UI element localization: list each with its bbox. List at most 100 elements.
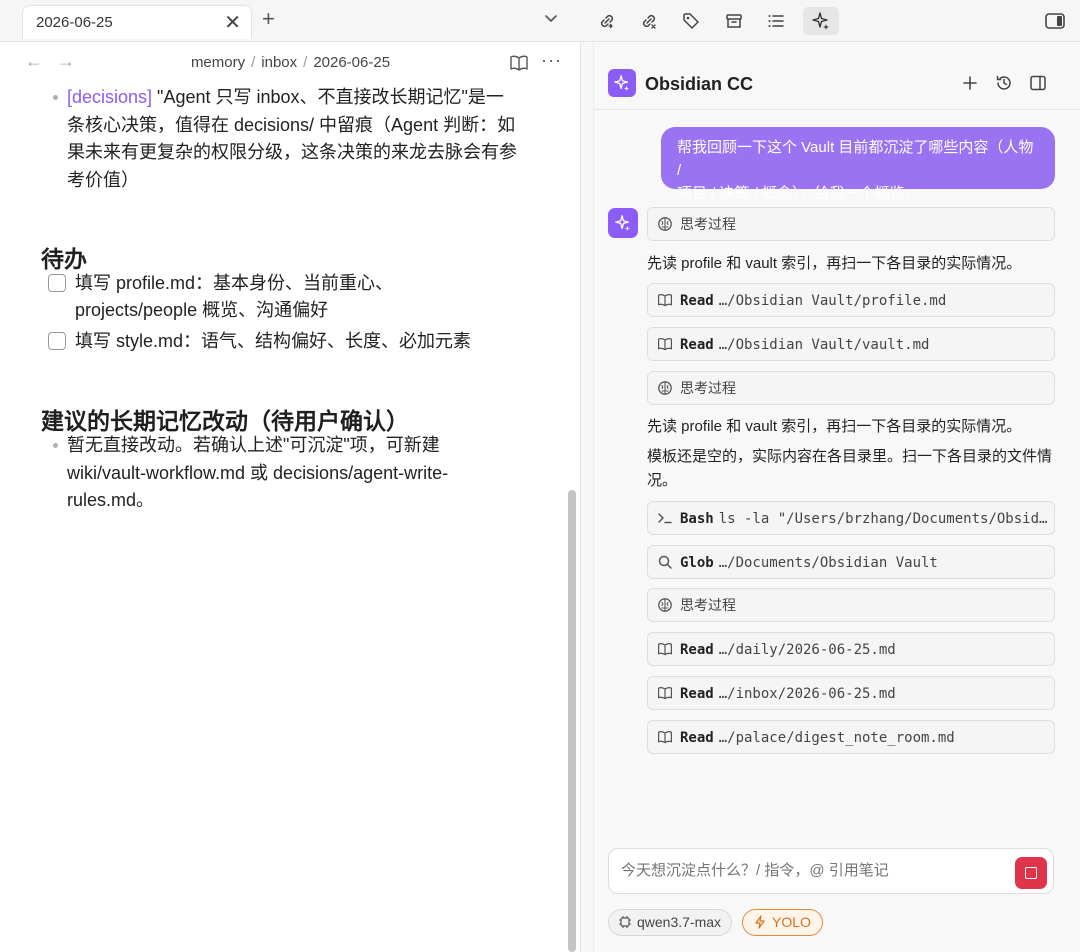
bullet-text-line: rules.md。	[67, 490, 155, 510]
tool-verb: Glob	[680, 555, 714, 571]
thinking-card[interactable]: 思考过程	[647, 371, 1055, 405]
tool-verb: Read	[680, 642, 714, 658]
new-tab-icon[interactable]: +	[262, 6, 275, 32]
tool-path: …/Obsidian Vault/vault.md	[718, 337, 930, 353]
bullet-text-line: wiki/vault-workflow.md 或 decisions/agent…	[67, 462, 449, 483]
more-options-icon[interactable]: ···	[541, 50, 562, 71]
thinking-card[interactable]: 思考过程	[647, 588, 1055, 622]
sparkle-icon	[614, 75, 630, 92]
history-icon[interactable]	[993, 72, 1015, 94]
brain-icon	[658, 598, 672, 612]
note-editor[interactable]: [decisions] "Agent 只写 inbox、不直接改长期记忆"是一 …	[0, 84, 566, 952]
tool-call-card[interactable]: Glob …/Documents/Obsidian Vault	[647, 545, 1055, 579]
bullet-dot	[53, 443, 58, 448]
tool-call-card[interactable]: Read …/palace/digest_note_room.md	[647, 720, 1055, 754]
breadcrumb-item-note[interactable]: 2026-06-25	[313, 54, 390, 71]
todo-heading: 待办	[41, 246, 87, 272]
user-message-line: 帮我回顾一下这个 Vault 目前都沉淀了哪些内容（人物 /	[677, 139, 1034, 179]
terminal-icon	[658, 513, 672, 524]
panel-layout-icon[interactable]	[1027, 72, 1049, 94]
tool-call-card[interactable]: Read …/inbox/2026-06-25.md	[647, 676, 1055, 710]
bullet-text-line: 暂无直接改动。若确认上述"可沉淀"项，可新建	[67, 435, 440, 455]
chat-sidebar: Obsidian CC 帮我回顾一下这个 Vault 目前都沉淀了哪些内容（人物…	[581, 0, 1080, 952]
book-icon	[658, 731, 672, 744]
book-icon	[658, 338, 672, 351]
tool-verb: Read	[680, 730, 714, 746]
scrollbar-thumb[interactable]	[568, 490, 576, 952]
tool-path: …/daily/2026-06-25.md	[718, 642, 896, 658]
list-icon[interactable]	[762, 7, 790, 35]
thinking-label: 思考过程	[680, 216, 736, 232]
tool-verb: Read	[680, 337, 714, 353]
chat-header: Obsidian CC	[594, 42, 1080, 110]
sidebar-toggle-icon[interactable]	[1041, 7, 1069, 35]
tool-verb: Bash	[680, 511, 714, 527]
task-item: 填写 profile.md：基本身份、当前重心、 projects/people…	[48, 270, 528, 324]
reading-view-icon[interactable]	[509, 54, 529, 72]
tool-call-card[interactable]: Read …/Obsidian Vault/profile.md	[647, 283, 1055, 317]
task-item: 填写 style.md：语气、结构偏好、长度、必加元素	[48, 328, 528, 355]
bullet-dot	[53, 95, 58, 100]
chat-composer	[608, 848, 1054, 894]
task-text-line: projects/people 概览、沟通偏好	[75, 300, 329, 320]
note-pane: 2026-06-25 ✕ + ← → memory / inbox/2026-06-…	[0, 0, 581, 952]
assistant-text-line: 况。	[647, 472, 678, 489]
book-icon	[658, 294, 672, 307]
app-logo	[608, 69, 636, 97]
user-message: 帮我回顾一下这个 Vault 目前都沉淀了哪些内容（人物 / 项目 / 决策 /…	[661, 127, 1055, 202]
breadcrumb-item-memory[interactable]: memory	[191, 54, 245, 71]
tab-title: 2026-06-25	[36, 14, 113, 31]
list-item: [decisions] "Agent 只写 inbox、不直接改长期记忆"是一 …	[53, 84, 525, 194]
sparkle-icon[interactable]	[803, 7, 839, 35]
task-checkbox[interactable]	[48, 332, 66, 350]
assistant-text-line: 模板还是空的，实际内容在各目录里。扫一下各目录的文件情	[647, 448, 1053, 465]
assistant-text: 先读 profile 和 vault 索引，再扫一下各目录的实际情况。	[647, 255, 1022, 272]
chip-icon	[619, 916, 631, 928]
tool-call-card[interactable]: Read …/Obsidian Vault/vault.md	[647, 327, 1055, 361]
stop-icon	[1025, 867, 1037, 879]
tool-path: …/inbox/2026-06-25.md	[718, 686, 896, 702]
user-message-line: 项目 / 决策 / 概念），给我一个概览。	[677, 185, 920, 202]
bullet-text-line: 考价值）	[67, 169, 139, 190]
sparkle-icon	[615, 215, 631, 232]
brain-icon	[658, 217, 672, 231]
tool-call-card[interactable]: Read …/daily/2026-06-25.md	[647, 632, 1055, 666]
editor-scrollbar[interactable]	[566, 90, 578, 952]
bullet-text-line: "Agent 只写 inbox、不直接改长期记忆"是一	[152, 87, 504, 107]
tag-icon[interactable]	[677, 7, 705, 35]
archive-icon[interactable]	[720, 7, 748, 35]
yolo-mode-toggle[interactable]: YOLO	[742, 909, 823, 936]
assistant-avatar	[608, 208, 638, 238]
book-icon	[658, 687, 672, 700]
chat-title: Obsidian CC	[645, 74, 754, 94]
link-icon[interactable]	[593, 7, 621, 35]
task-text-line: 填写 style.md：语气、结构偏好、长度、必加元素	[75, 331, 472, 351]
new-chat-icon[interactable]	[959, 72, 981, 94]
task-checkbox[interactable]	[48, 274, 66, 292]
lightning-icon	[755, 915, 765, 929]
tool-verb: Read	[680, 686, 714, 702]
tool-path: …/Documents/Obsidian Vault	[718, 555, 938, 571]
breadcrumb: memory / inbox / 2026-06-25	[0, 54, 581, 71]
thinking-card[interactable]: 思考过程	[647, 207, 1055, 241]
note-tab[interactable]: 2026-06-25 ✕	[22, 5, 252, 39]
chat-panel: Obsidian CC 帮我回顾一下这个 Vault 目前都沉淀了哪些内容（人物…	[593, 42, 1080, 952]
decisions-link[interactable]: [decisions]	[67, 87, 152, 107]
chevron-down-icon[interactable]	[543, 10, 559, 26]
close-tab-icon[interactable]: ✕	[224, 10, 241, 35]
tool-call-card[interactable]: Bash ls -la "/Users/brzhang/Documents/Obs…	[647, 501, 1055, 535]
proposal-heading: 建议的长期记忆改动（待用户确认）	[41, 408, 409, 434]
tool-verb: Read	[680, 293, 714, 309]
model-selector[interactable]: qwen3.7-max	[608, 909, 733, 936]
stop-button[interactable]	[1015, 857, 1047, 889]
tab-bar: 2026-06-25 ✕ +	[0, 0, 581, 42]
chat-input[interactable]	[621, 862, 1001, 879]
breadcrumb-separator: /	[303, 54, 308, 71]
thinking-label: 思考过程	[680, 597, 736, 613]
tool-path: …/Obsidian Vault/profile.md	[718, 293, 947, 309]
task-text-line: 填写 profile.md：基本身份、当前重心、	[75, 273, 394, 293]
list-item: 暂无直接改动。若确认上述"可沉淀"项，可新建 wiki/vault-workfl…	[53, 432, 525, 515]
unlink-icon[interactable]	[635, 7, 663, 35]
breadcrumb-item-inbox[interactable]: inbox	[261, 54, 297, 71]
bullet-text-line: 条核心决策，值得在 decisions/ 中留痕（Agent 判断：如	[67, 114, 516, 135]
